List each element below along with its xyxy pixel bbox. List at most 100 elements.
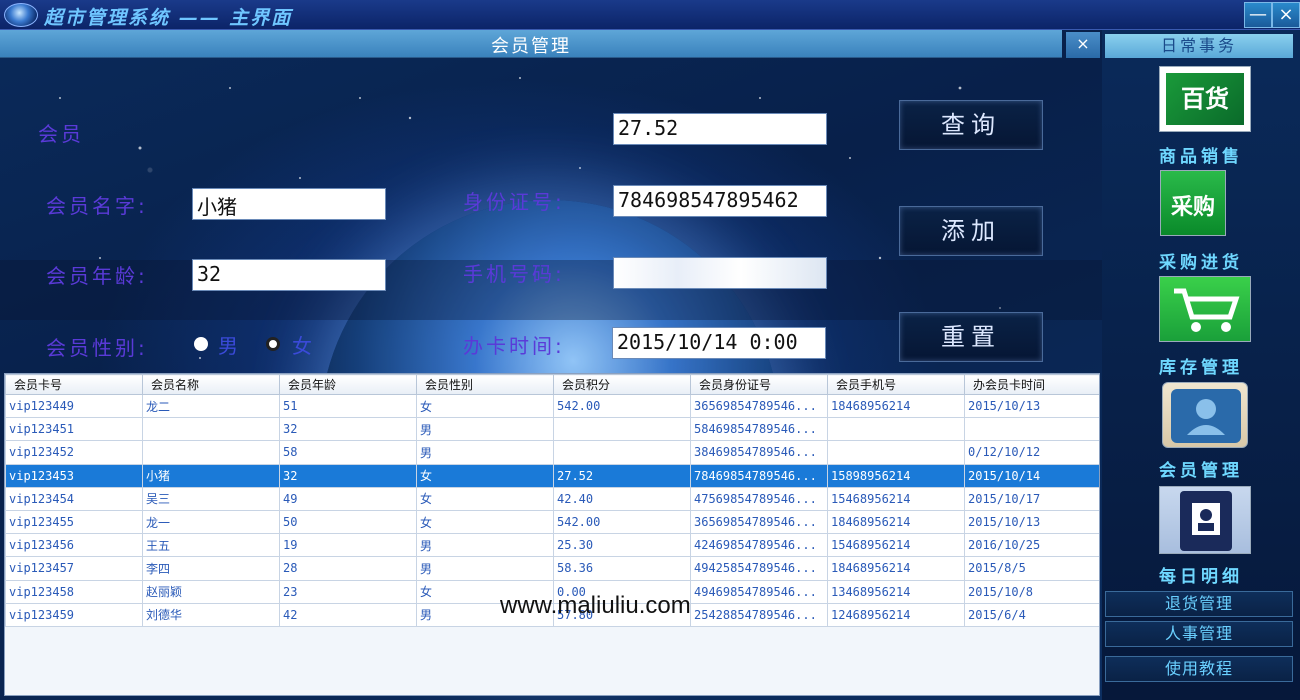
table-cell: 32 (279, 417, 417, 442)
gender-female-radio[interactable] (266, 337, 280, 351)
purchase-glyph: 采购 (1170, 195, 1215, 220)
add-button[interactable]: 添加 (899, 206, 1043, 256)
table-cell: 13468956214 (827, 579, 965, 604)
reset-button[interactable]: 重置 (899, 312, 1043, 362)
table-cell: 49 (279, 486, 417, 511)
sidebar-header: 日常事务 (1105, 34, 1293, 58)
column-header[interactable]: 会员卡号 (5, 374, 143, 395)
daily-icon[interactable] (1159, 486, 1251, 554)
table-cell (827, 440, 965, 465)
gender-label: 会员性别: (46, 336, 148, 360)
member-icon[interactable] (1162, 382, 1248, 448)
table-cell: 36569854789546... (690, 509, 828, 535)
cart-shape (1174, 288, 1240, 332)
table-row[interactable]: vip123452 58 男 38469854789546... 0/12/10/12 (5, 440, 1099, 465)
table-cell: 2015/10/8 (964, 579, 1099, 604)
table-row[interactable]: vip123456 王五 19 男 25.30 42469854789546... 1546… (5, 533, 1099, 558)
column-header[interactable]: 会员手机号 (827, 374, 965, 395)
sidebar-item-member[interactable]: 会员管理 (1102, 456, 1300, 481)
table-cell: 542.00 (553, 393, 691, 419)
phone-field[interactable] (613, 257, 827, 289)
gender-male-radio[interactable] (194, 337, 208, 351)
column-header[interactable]: 会员积分 (553, 374, 691, 395)
name-label: 会员名字: (46, 194, 148, 218)
purchase-icon[interactable]: 采购 (1160, 170, 1226, 236)
table-cell: 15898956214 (827, 463, 965, 488)
table-cell: 2015/10/13 (964, 393, 1099, 419)
id-field[interactable]: 784698547895462 (613, 185, 827, 217)
table-cell: 李四 (142, 556, 280, 581)
table-cell: vip123449 (5, 393, 143, 419)
table-cell: vip123457 (5, 556, 143, 581)
column-header[interactable]: 办会员卡时间 (964, 374, 1099, 395)
member-panel: 会员管理 × 会员 27.52 会员名字: 小猪 身份证号: 784698547… (0, 30, 1102, 700)
table-cell: 0/12/10/12 (964, 440, 1099, 465)
gender-female-label: 女 (292, 334, 315, 358)
age-field[interactable]: 32 (192, 259, 386, 291)
table-row[interactable]: vip123451 32 男 58469854789546... (5, 417, 1099, 442)
table-cell: vip123452 (5, 440, 143, 465)
table-row[interactable]: vip123457 李四 28 男 58.36 49425854789546... 1846… (5, 556, 1099, 581)
panel-header: 会员管理 (0, 30, 1062, 58)
table-cell (964, 417, 1099, 442)
returns-button[interactable]: 退货管理 (1105, 591, 1293, 617)
goods-icon[interactable]: 百货 (1159, 66, 1251, 132)
table-cell: vip123451 (5, 417, 143, 442)
table-cell: 2015/10/14 (964, 463, 1099, 488)
table-cell: 50 (279, 509, 417, 535)
cart-icon[interactable] (1159, 276, 1251, 342)
table-cell (142, 417, 280, 442)
table-row[interactable]: vip123453 小猪 32 女 27.52 78469854789546... 1589… (5, 463, 1099, 488)
minimize-button[interactable]: — (1244, 2, 1272, 28)
table-row[interactable]: vip123449 龙二 51 女 542.00 36569854789546... 184… (5, 393, 1099, 419)
query-button[interactable]: 查询 (899, 100, 1043, 150)
tutorial-button[interactable]: 使用教程 (1105, 656, 1293, 682)
sidebar-item-inventory[interactable]: 库存管理 (1102, 353, 1300, 378)
member-shape (1171, 389, 1241, 443)
date-field[interactable]: 2015/10/14 0:00 (612, 327, 826, 359)
table-cell: 18468956214 (827, 556, 965, 581)
column-header[interactable]: 会员年龄 (279, 374, 417, 395)
table-cell: 吴三 (142, 486, 280, 511)
table-cell: 58.36 (553, 556, 691, 581)
column-header[interactable]: 会员名称 (142, 374, 280, 395)
table-cell: 赵丽颖 (142, 579, 280, 604)
table-cell: 男 (416, 556, 554, 581)
panel-close-button[interactable]: × (1066, 32, 1100, 58)
table-row[interactable]: vip123455 龙一 50 女 542.00 36569854789546... 184… (5, 509, 1099, 535)
column-header[interactable]: 会员身份证号 (690, 374, 828, 395)
sidebar-item-goods-sales[interactable]: 商品销售 (1102, 142, 1300, 167)
date-label: 办卡时间: (463, 334, 565, 358)
table-cell: 58469854789546... (690, 417, 828, 442)
close-button[interactable]: × (1272, 2, 1300, 28)
personnel-button[interactable]: 人事管理 (1105, 621, 1293, 647)
column-header[interactable]: 会员性别 (416, 374, 554, 395)
table-cell: vip123453 (5, 463, 143, 488)
table-cell: 刘德华 (142, 602, 280, 627)
table-cell: 2015/10/17 (964, 486, 1099, 511)
table-cell: 王五 (142, 533, 280, 558)
table-row[interactable]: vip123454 吴三 49 女 42.40 47569854789546... 1546… (5, 486, 1099, 511)
member-table[interactable]: 会员卡号 会员名称 会员年龄 会员性别 会员积分 会员身份证号 会员手机号 办会员卡时间 vi… (4, 373, 1100, 696)
member-field[interactable]: 27.52 (613, 113, 827, 145)
table-cell: vip123454 (5, 486, 143, 511)
table-cell: vip123456 (5, 533, 143, 558)
table-cell: 男 (416, 417, 554, 442)
table-cell: 12468956214 (827, 602, 965, 627)
table-cell: 18468956214 (827, 509, 965, 535)
table-cell: 42469854789546... (690, 533, 828, 558)
table-cell: 女 (416, 509, 554, 535)
table-cell: 38469854789546... (690, 440, 828, 465)
table-cell: 2015/8/5 (964, 556, 1099, 581)
sidebar-item-purchase[interactable]: 采购进货 (1102, 248, 1300, 273)
sidebar-item-daily[interactable]: 每日明细 (1102, 562, 1300, 587)
table-cell: 49469854789546... (690, 579, 828, 604)
table-cell: 58 (279, 440, 417, 465)
name-field[interactable]: 小猪 (192, 188, 386, 220)
age-label: 会员年龄: (46, 264, 148, 288)
table-cell: 49425854789546... (690, 556, 828, 581)
table-cell: 42 (279, 602, 417, 627)
table-cell: 23 (279, 579, 417, 604)
watermark: www.maliuliu.com (500, 592, 691, 619)
table-cell: 42.40 (553, 486, 691, 511)
